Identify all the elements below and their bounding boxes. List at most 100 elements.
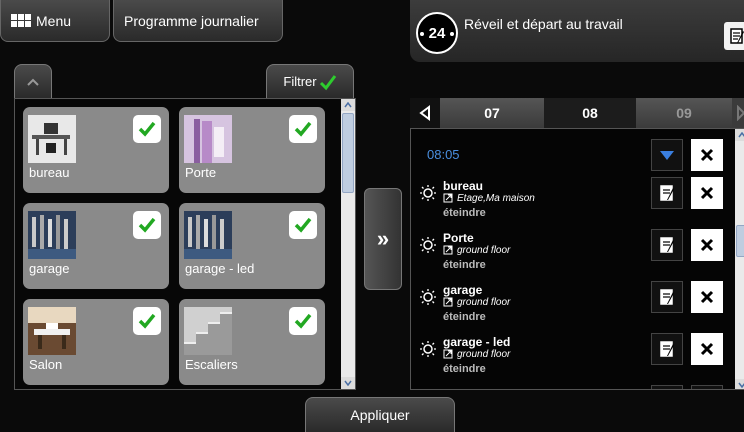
chevron-up-icon — [27, 78, 39, 86]
close-icon — [700, 238, 714, 252]
edit-note-icon — [660, 341, 674, 357]
edit-note-icon — [660, 185, 674, 201]
entry-name: garage — [443, 283, 483, 297]
tab-day-09[interactable]: 09 — [636, 98, 732, 128]
add-to-schedule-button[interactable]: » — [364, 188, 402, 290]
clock-24-icon: 24 — [416, 12, 458, 54]
double-chevron-right-icon: » — [376, 226, 390, 251]
arrow-down-icon — [738, 382, 744, 388]
device-card-escaliers[interactable]: Escaliers — [179, 299, 325, 385]
edit-program-button[interactable] — [724, 22, 744, 50]
device-list-scrollbar[interactable] — [341, 99, 355, 389]
checkmark-icon — [294, 313, 312, 329]
lightbulb-icon — [420, 289, 436, 305]
scroll-up-arrow[interactable] — [735, 129, 744, 141]
close-icon — [700, 290, 714, 304]
delete-time-button[interactable] — [691, 139, 723, 171]
device-checkbox[interactable] — [133, 115, 161, 143]
apply-button[interactable]: Appliquer — [305, 397, 455, 432]
edit-note-icon — [730, 28, 744, 44]
edit-entry-button[interactable] — [651, 229, 683, 261]
scroll-down-arrow[interactable] — [735, 379, 744, 389]
device-label: garage — [29, 261, 70, 276]
lightbulb-icon — [420, 237, 436, 253]
device-checkbox[interactable] — [289, 307, 317, 335]
location-icon — [443, 193, 453, 203]
schedule-scrollbar[interactable] — [735, 129, 744, 389]
tab-day-07[interactable]: 07 — [440, 98, 544, 128]
device-card-salon[interactable]: Salon — [23, 299, 169, 385]
checkmark-icon — [138, 313, 156, 329]
scroll-up-arrow[interactable] — [341, 99, 355, 111]
office-desk-photo — [28, 115, 76, 163]
entry-action: éteindre — [443, 311, 486, 323]
arrow-up-icon — [738, 132, 744, 138]
entry-location: ground floor — [457, 245, 511, 256]
delete-entry-button[interactable] — [691, 229, 723, 261]
device-card-garage[interactable]: garage — [23, 203, 169, 289]
device-checkbox[interactable] — [289, 115, 317, 143]
entry-location: Etage,Ma maison — [457, 193, 535, 204]
scroll-down-arrow[interactable] — [341, 377, 355, 389]
living-room-photo — [28, 307, 76, 355]
next-day-button[interactable] — [732, 98, 744, 128]
location-icon — [443, 245, 453, 255]
programme-label: Programme journalier — [124, 12, 259, 29]
checkmark-icon — [294, 121, 312, 137]
schedule-time[interactable]: 08:05 — [427, 147, 460, 162]
device-list: bureau Porte garage garage - led Salon E… — [14, 98, 356, 390]
edit-note-icon — [660, 237, 674, 253]
device-card-bureau[interactable]: bureau — [23, 107, 169, 193]
location-icon — [443, 297, 453, 307]
scroll-thumb[interactable] — [342, 113, 354, 193]
edit-entry-button[interactable] — [651, 385, 683, 389]
delete-entry-button[interactable] — [691, 177, 723, 209]
scroll-thumb[interactable] — [736, 225, 744, 257]
close-icon — [700, 186, 714, 200]
triangle-down-icon — [660, 151, 674, 160]
device-label: garage - led — [185, 261, 255, 276]
edit-note-icon — [660, 289, 674, 305]
edit-entry-button[interactable] — [651, 281, 683, 313]
checkmark-icon — [294, 217, 312, 233]
device-checkbox[interactable] — [289, 211, 317, 239]
device-checkbox[interactable] — [133, 307, 161, 335]
device-label: Escaliers — [185, 357, 238, 372]
expand-time-button[interactable] — [651, 139, 683, 171]
checkmark-icon — [319, 74, 336, 90]
lightbulb-icon — [420, 341, 436, 357]
entry-action: éteindre — [443, 207, 486, 219]
entry-name: Porte — [443, 231, 474, 245]
edit-entry-button[interactable] — [651, 333, 683, 365]
device-label: Porte — [185, 165, 217, 180]
delete-entry-button[interactable] — [691, 385, 723, 389]
arrow-up-icon — [344, 102, 352, 108]
stairs-photo — [184, 307, 232, 355]
entry-name: bureau — [443, 179, 484, 193]
device-card-garage-led[interactable]: garage - led — [179, 203, 325, 289]
entry-location: ground floor — [457, 297, 511, 308]
device-card-porte[interactable]: Porte — [179, 107, 325, 193]
previous-day-button[interactable] — [410, 98, 440, 128]
delete-entry-button[interactable] — [691, 281, 723, 313]
filter-button[interactable]: Filtrer — [266, 64, 354, 98]
tab-day-08[interactable]: 08 — [544, 98, 636, 128]
device-label: Salon — [29, 357, 63, 372]
menu-button[interactable]: Menu — [0, 0, 110, 42]
device-label: bureau — [29, 165, 70, 180]
schedule-list: 08:05 bureau Etage,Ma maison éteindre Po… — [410, 128, 744, 390]
checkmark-icon — [138, 217, 156, 233]
device-checkbox[interactable] — [133, 211, 161, 239]
edit-entry-button[interactable] — [651, 177, 683, 209]
day-tabs: 07 08 09 — [410, 98, 744, 128]
location-icon — [443, 349, 453, 359]
checkmark-icon — [138, 121, 156, 137]
scroll-up-button[interactable] — [14, 64, 52, 98]
entry-location: ground floor — [457, 349, 511, 360]
menu-label: Menu — [36, 12, 72, 29]
entry-action: éteindre — [443, 259, 486, 271]
grid-icon — [11, 14, 31, 27]
delete-entry-button[interactable] — [691, 333, 723, 365]
programme-journalier-button[interactable]: Programme journalier — [113, 0, 283, 42]
triangle-right-icon — [737, 105, 744, 121]
